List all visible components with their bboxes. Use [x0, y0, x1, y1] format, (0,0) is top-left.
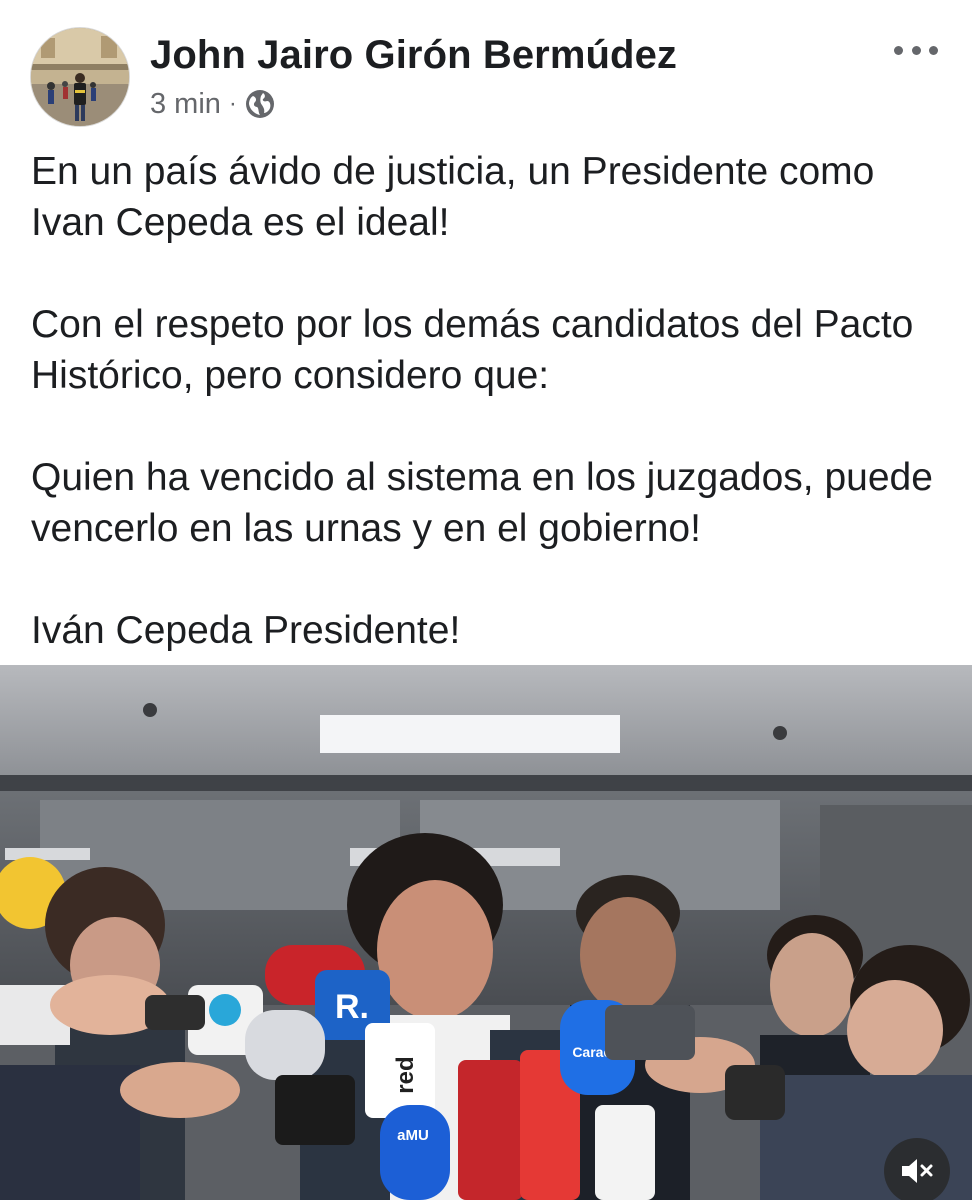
video-frame: R. red aMU Caracol — [0, 665, 972, 1200]
post-paragraph: En un país ávido de justicia, un Preside… — [31, 150, 875, 244]
post-body: En un país ávido de justicia, un Preside… — [31, 146, 951, 656]
more-dot — [911, 45, 921, 55]
post-paragraph: Iván Cepeda Presidente! — [31, 609, 461, 652]
post-header: John Jairo Girón Bermúdez 3 min · — [0, 0, 972, 140]
mic-logo-r: R. — [335, 988, 369, 1026]
globe-icon — [245, 89, 275, 119]
more-dot — [929, 45, 938, 55]
post-paragraph: Con el respeto por los demás candidatos … — [31, 303, 914, 397]
meta-separator: · — [228, 90, 237, 117]
more-options-icon[interactable] — [894, 38, 938, 62]
author-avatar[interactable] — [30, 27, 130, 127]
more-dot — [894, 45, 903, 55]
post-video[interactable]: R. red aMU Caracol — [0, 665, 972, 1200]
author-name[interactable]: John Jairo Girón Bermúdez — [150, 33, 677, 78]
mic-logo-red: red — [392, 1056, 419, 1093]
mic-logo-amu: aMU — [397, 1127, 429, 1144]
post-paragraph: Quien ha vencido al sistema en los juzga… — [31, 456, 933, 550]
post-timestamp[interactable]: 3 min — [150, 88, 221, 121]
speaker-muted-icon[interactable] — [884, 1138, 950, 1200]
post-meta: 3 min · — [150, 84, 275, 124]
